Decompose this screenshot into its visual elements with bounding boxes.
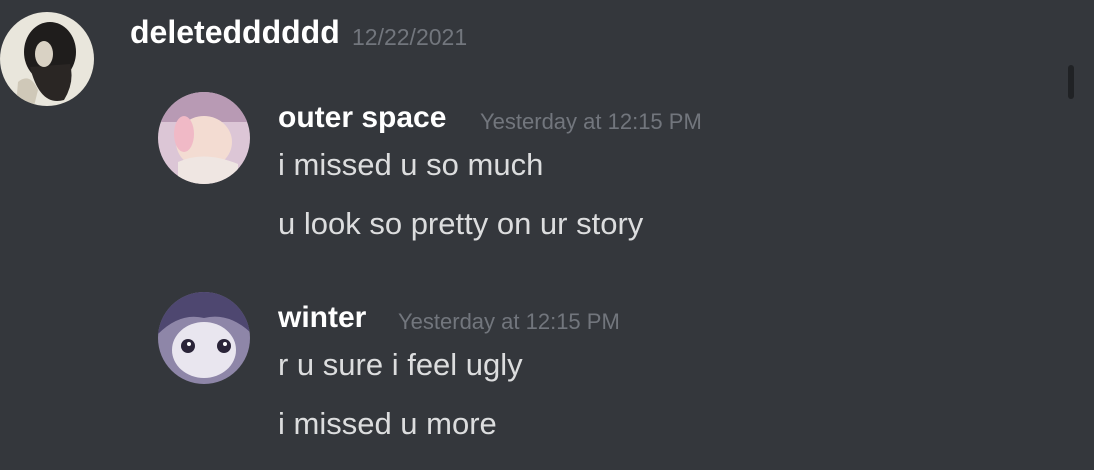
message-timestamp: Yesterday at 12:15 PM bbox=[398, 309, 620, 334]
message-timestamp: 12/22/2021 bbox=[352, 24, 468, 50]
message-text: i missed u more bbox=[278, 406, 497, 441]
scrollbar-thumb[interactable] bbox=[1068, 65, 1074, 99]
message-text: r u sure i feel ugly bbox=[278, 347, 523, 382]
message-text: u look so pretty on ur story bbox=[278, 206, 644, 241]
message-author-name[interactable]: deletedddddd bbox=[130, 14, 340, 51]
message-author-name[interactable]: outer space bbox=[278, 101, 446, 135]
message-text: i missed u so much bbox=[278, 147, 544, 182]
message-author-name[interactable]: winter bbox=[278, 301, 366, 335]
user-avatar-icon[interactable] bbox=[158, 292, 250, 384]
chat-messages-area: deletedddddd 12/22/2021 outer space Yest… bbox=[0, 0, 1094, 470]
user-avatar-icon[interactable] bbox=[158, 92, 250, 184]
message-timestamp: Yesterday at 12:15 PM bbox=[480, 109, 702, 134]
user-avatar-icon[interactable] bbox=[0, 12, 94, 106]
